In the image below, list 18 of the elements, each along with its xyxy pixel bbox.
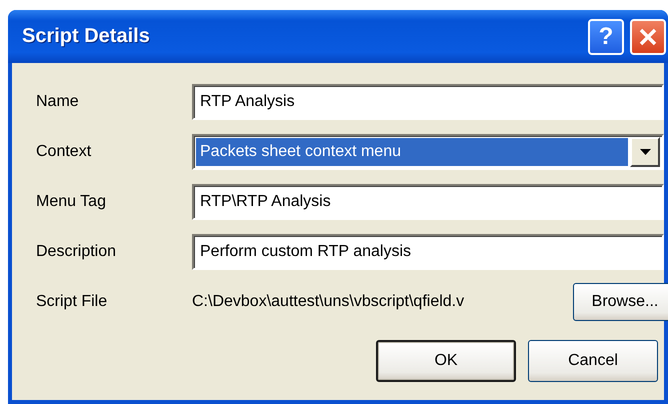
- text-field[interactable]: Perform custom RTP analysis: [192, 234, 664, 270]
- field-label: Name: [36, 93, 80, 111]
- text-field[interactable]: RTP Analysis: [192, 84, 664, 120]
- help-button[interactable]: ?: [588, 18, 624, 54]
- dropdown-arrow-icon[interactable]: [640, 149, 650, 155]
- close-button[interactable]: [630, 18, 666, 54]
- ok-button[interactable]: OK: [376, 340, 516, 382]
- field-label: Description: [36, 243, 118, 261]
- cancel-button[interactable]: Cancel: [528, 340, 658, 382]
- script-file-path: C:\Devbox\auttest\uns\vbscript\qfield.v: [192, 293, 466, 311]
- field-label: Menu Tag: [36, 193, 107, 211]
- close-icon[interactable]: [638, 26, 658, 46]
- browse-button[interactable]: Browse...: [573, 283, 668, 321]
- context-dropdown[interactable]: Packets sheet context menu: [192, 134, 664, 170]
- field-label: Script File: [36, 293, 108, 311]
- field-label: Context: [36, 143, 92, 161]
- window-title: Script Details: [21, 25, 151, 48]
- text-field[interactable]: RTP\RTP Analysis: [192, 184, 664, 220]
